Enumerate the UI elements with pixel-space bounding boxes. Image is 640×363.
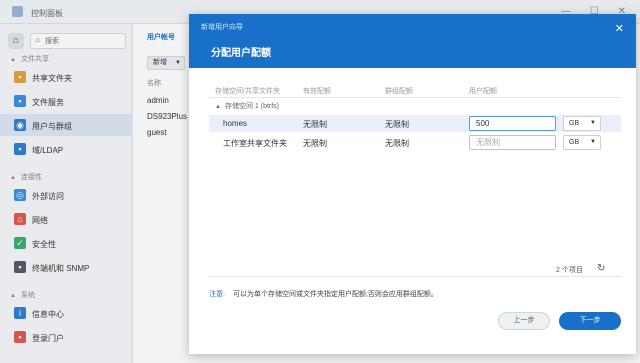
column-header-user-quota[interactable]: 用户配额 [469,86,497,96]
group-quota: 无限制 [385,139,409,148]
divider [209,276,621,277]
column-header-volume[interactable]: 存储空间/共享文件夹 [215,86,280,96]
dialog-window-title: 新增用户向导 [201,24,243,31]
user-quota-input[interactable] [469,116,556,131]
note-label: 注意: [209,291,225,298]
effective-quota: 无限制 [303,139,327,148]
next-button[interactable]: 下一步 [559,312,621,330]
effective-quota: 无限制 [303,120,327,129]
item-count: 2 个项目 [556,267,583,274]
grid-header: 存储空间/共享文件夹 有效配额 群组配额 用户配额 [209,84,621,98]
chevron-down-icon: ▼ [590,139,596,145]
column-header-effective-quota[interactable]: 有效配额 [303,86,331,96]
quota-row-studio-share[interactable]: 工作室共享文件夹 无限制 无限制 GB▼ [209,134,621,151]
group-quota: 无限制 [385,120,409,129]
add-user-wizard-dialog: 新增用户向导 分配用户配额 ✕ 存储空间/共享文件夹 有效配额 群组配额 用户配… [189,14,636,354]
quota-row-homes[interactable]: homes 无限制 无限制 GB▼ [209,115,621,132]
quota-unit-select[interactable]: GB ▼ [563,116,601,131]
dialog-heading: 分配用户配额 [211,48,271,59]
note-text: 可以为单个存储空间或文件夹指定用户配额;否则会应用群组配额。 [232,291,438,298]
previous-button[interactable]: 上一步 [498,312,550,330]
quota-unit-select[interactable]: GB ▼ [563,135,601,150]
refresh-icon[interactable]: ↻ [597,263,605,274]
collapse-icon: ▲ [215,104,221,110]
close-icon[interactable]: ✕ [615,22,624,35]
note: 注意: 可以为单个存储空间或文件夹指定用户配额;否则会应用群组配额。 [209,289,438,299]
chevron-down-icon: ▼ [590,120,596,126]
dialog-header: 新增用户向导 分配用户配额 ✕ [189,14,636,68]
column-header-group-quota[interactable]: 群组配额 [385,86,413,96]
user-quota-input[interactable] [469,135,556,150]
volume-group-row[interactable]: ▲ 存储空间 1 (btrfs) [215,101,279,111]
folder-name: 工作室共享文件夹 [223,139,287,148]
folder-name: homes [223,119,248,128]
